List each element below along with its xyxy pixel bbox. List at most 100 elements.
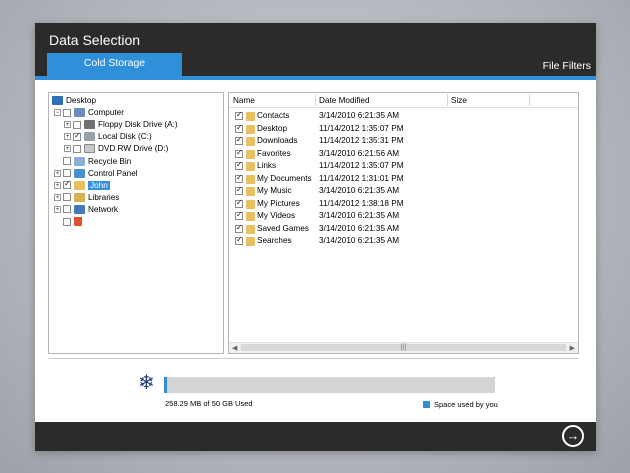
recycle-bin-icon (74, 156, 85, 166)
expand-icon[interactable]: + (64, 121, 71, 129)
collapse-icon[interactable]: − (54, 109, 61, 117)
file-row[interactable]: Links 11/14/2012 1:35:07 PM (229, 160, 578, 172)
file-date: 3/14/2010 6:21:35 AM (319, 236, 400, 245)
file-date: 11/14/2012 1:38:18 PM (319, 198, 404, 208)
column-date-modified[interactable]: Date Modified (319, 96, 370, 105)
file-date: 11/14/2012 1:31:01 PM (319, 173, 404, 183)
expand-icon[interactable]: + (64, 145, 71, 153)
file-name: Links (257, 161, 277, 170)
tree-item[interactable]: Recycle Bin (54, 156, 131, 167)
file-checkbox[interactable] (235, 198, 243, 208)
snowflake-icon: ❄ (138, 372, 155, 394)
file-row[interactable]: Searches 3/14/2010 6:21:35 AM (229, 235, 578, 247)
next-arrow-icon[interactable]: → (562, 425, 584, 447)
tree-checkbox[interactable] (73, 120, 81, 129)
usage-legend: Space used by you (423, 400, 498, 409)
expand-icon[interactable]: + (54, 181, 61, 189)
tree-item-label: Local Disk (C:) (98, 132, 152, 142)
expand-icon[interactable]: + (54, 169, 61, 177)
expand-icon[interactable]: + (54, 193, 61, 201)
file-checkbox[interactable] (235, 135, 243, 145)
file-checkbox[interactable] (235, 148, 243, 158)
file-name: Favorites (257, 148, 291, 158)
tree-checkbox[interactable] (63, 157, 71, 165)
file-checkbox[interactable] (235, 210, 243, 220)
usage-text: 258.29 MB of 50 GB Used (165, 399, 253, 408)
tree-item[interactable]: Desktop (52, 95, 96, 106)
folder-icon (246, 212, 255, 221)
tab-cold-storage[interactable]: Cold Storage (47, 53, 182, 76)
file-row[interactable]: My Documents 11/14/2012 1:31:01 PM (229, 173, 578, 185)
folder-icon (246, 137, 255, 146)
file-row[interactable]: Contacts 3/14/2010 6:21:35 AM (229, 110, 578, 122)
tree-item[interactable]: + Local Disk (C:) (64, 131, 152, 142)
tree-checkbox[interactable] (63, 205, 71, 214)
folder-icon (246, 112, 255, 121)
tree-checkbox[interactable] (73, 144, 81, 153)
folder-icon (246, 199, 255, 209)
file-name: My Pictures (257, 198, 300, 208)
file-row[interactable]: Downloads 11/14/2012 1:35:31 PM (229, 135, 578, 147)
tree-item[interactable]: + DVD RW Drive (D:) (64, 143, 168, 154)
tree-item[interactable]: + Libraries (54, 192, 119, 203)
file-checkbox[interactable] (235, 110, 243, 120)
file-checkbox[interactable] (235, 123, 243, 133)
floppy-icon (84, 120, 95, 130)
scroll-left-icon[interactable]: ◀ (232, 344, 237, 352)
file-row[interactable]: Saved Games 3/14/2010 6:21:35 AM (229, 223, 578, 235)
file-checkbox[interactable] (235, 235, 243, 245)
tree-checkbox[interactable] (63, 169, 71, 178)
expand-icon (54, 218, 61, 225)
file-checkbox[interactable] (235, 160, 243, 170)
legend-swatch (423, 401, 430, 408)
expand-icon[interactable]: + (64, 133, 71, 141)
control-panel-icon (74, 168, 85, 178)
file-name: Desktop (257, 123, 288, 133)
tree-item-label: Control Panel (88, 168, 138, 178)
file-row[interactable]: My Music 3/14/2010 6:21:35 AM (229, 185, 578, 197)
scroll-right-icon[interactable]: ▶ (570, 344, 575, 352)
tree-item[interactable]: + Control Panel (54, 168, 138, 179)
file-row[interactable]: Favorites 3/14/2010 6:21:56 AM (229, 148, 578, 160)
column-separator[interactable] (529, 94, 530, 106)
file-row[interactable]: Desktop 11/14/2012 1:35:07 PM (229, 123, 578, 135)
tree-item[interactable]: + Floppy Disk Drive (A:) (64, 119, 178, 130)
usage-bar (164, 377, 495, 393)
tree-checkbox[interactable] (63, 179, 71, 190)
file-name: My Music (257, 186, 292, 195)
expand-icon[interactable]: + (54, 205, 61, 213)
scroll-thumb[interactable]: ||| (241, 344, 566, 351)
dvd-icon (84, 144, 95, 154)
folder-tree[interactable]: Desktop − Computer + Floppy Disk Drive (A:) +… (48, 92, 224, 354)
folder-icon (246, 162, 255, 171)
column-name[interactable]: Name (233, 96, 255, 105)
file-row[interactable]: My Pictures 11/14/2012 1:38:18 PM (229, 198, 578, 210)
column-separator[interactable] (447, 94, 448, 106)
folder-icon (246, 149, 255, 159)
file-date: 3/14/2010 6:21:35 AM (319, 111, 400, 120)
tree-item-label: Floppy Disk Drive (A:) (98, 120, 178, 130)
divider (48, 358, 578, 359)
tree-item-label: Network (88, 204, 119, 214)
tree-item[interactable]: − Computer (54, 107, 124, 118)
horizontal-scrollbar[interactable]: ◀ ||| ▶ (229, 342, 578, 353)
data-selection-window: Data Selection Cold Storage File Filters… (35, 23, 596, 451)
tree-item[interactable] (54, 216, 85, 227)
desktop-icon (52, 96, 63, 105)
legend-label: Space used by you (434, 400, 498, 409)
column-size[interactable]: Size (451, 96, 467, 105)
column-separator[interactable] (315, 94, 316, 106)
tree-item[interactable]: + Network (54, 204, 118, 215)
tree-checkbox[interactable] (63, 108, 71, 117)
file-checkbox[interactable] (235, 223, 243, 233)
tab-file-filters[interactable]: File Filters (543, 60, 591, 72)
file-date: 3/14/2010 6:21:35 AM (319, 186, 400, 195)
tree-checkbox[interactable] (73, 131, 81, 141)
tree-checkbox[interactable] (63, 217, 71, 226)
tree-item[interactable]: + John (54, 179, 110, 191)
file-row[interactable]: My Videos 3/14/2010 6:21:35 AM (229, 210, 578, 222)
file-checkbox[interactable] (235, 173, 243, 183)
tree-checkbox[interactable] (63, 193, 71, 202)
file-checkbox[interactable] (235, 185, 243, 195)
tree-item-label: Libraries (88, 192, 120, 202)
